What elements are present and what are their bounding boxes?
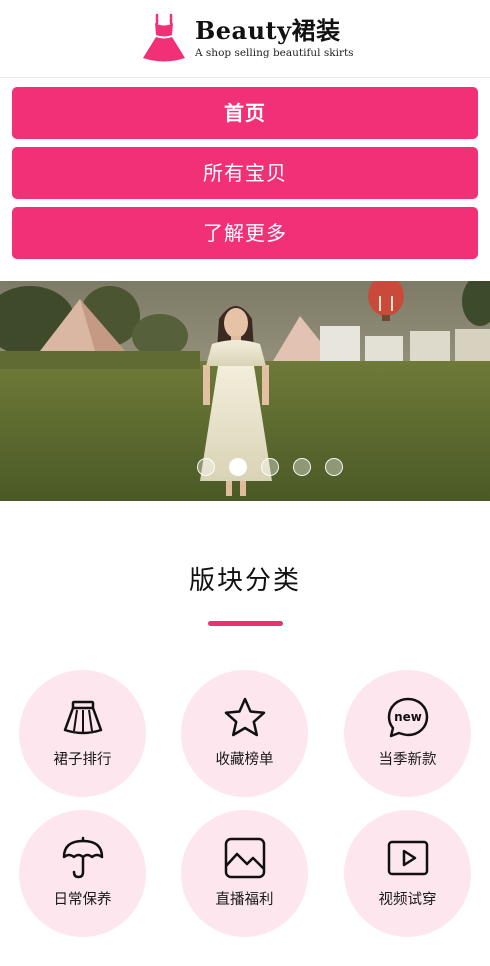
category-new-arrivals[interactable]: new 当季新款 bbox=[344, 670, 471, 797]
category-label: 当季新款 bbox=[378, 752, 437, 768]
category-daily-care[interactable]: 日常保养 bbox=[19, 810, 146, 937]
category-skirt-ranking[interactable]: 裙子排行 bbox=[19, 670, 146, 797]
category-label: 裙子排行 bbox=[53, 752, 112, 768]
header: Beauty裙装 A shop selling beautiful skirts bbox=[0, 0, 490, 78]
category-label: 日常保养 bbox=[53, 892, 112, 908]
image-icon bbox=[224, 837, 266, 879]
category-label: 收藏榜单 bbox=[215, 752, 274, 768]
new-bubble-icon: new bbox=[387, 697, 429, 738]
nav-button-home[interactable]: 首页 bbox=[12, 87, 478, 139]
carousel-dots bbox=[0, 458, 490, 478]
logo[interactable]: Beauty裙装 A shop selling beautiful skirts bbox=[141, 12, 354, 64]
carousel-dot-3[interactable] bbox=[261, 458, 279, 476]
skirt-icon bbox=[63, 700, 103, 735]
category-label: 视频试穿 bbox=[378, 892, 437, 908]
category-favorites-list[interactable]: 收藏榜单 bbox=[181, 670, 308, 797]
carousel-dot-4[interactable] bbox=[293, 458, 311, 476]
site-subtitle: A shop selling beautiful skirts bbox=[195, 46, 354, 59]
category-live-benefits[interactable]: 直播福利 bbox=[181, 810, 308, 937]
umbrella-icon bbox=[62, 836, 104, 879]
category-video-tryon[interactable]: 视频试穿 bbox=[344, 810, 471, 937]
category-label: 直播福利 bbox=[215, 892, 274, 908]
nav-button-learn-more[interactable]: 了解更多 bbox=[12, 207, 478, 259]
carousel-dot-2[interactable] bbox=[229, 458, 247, 476]
nav-button-all-products[interactable]: 所有宝贝 bbox=[12, 147, 478, 199]
section-title: 版块分类 bbox=[188, 566, 301, 596]
dress-icon bbox=[143, 13, 185, 62]
star-icon bbox=[224, 697, 266, 737]
site-title: Beauty裙装 bbox=[195, 15, 341, 45]
video-play-icon bbox=[387, 840, 429, 876]
section-underline bbox=[208, 621, 283, 626]
carousel-dot-1[interactable] bbox=[197, 458, 215, 476]
carousel-dot-5[interactable] bbox=[325, 458, 343, 476]
svg-text:new: new bbox=[394, 710, 422, 724]
